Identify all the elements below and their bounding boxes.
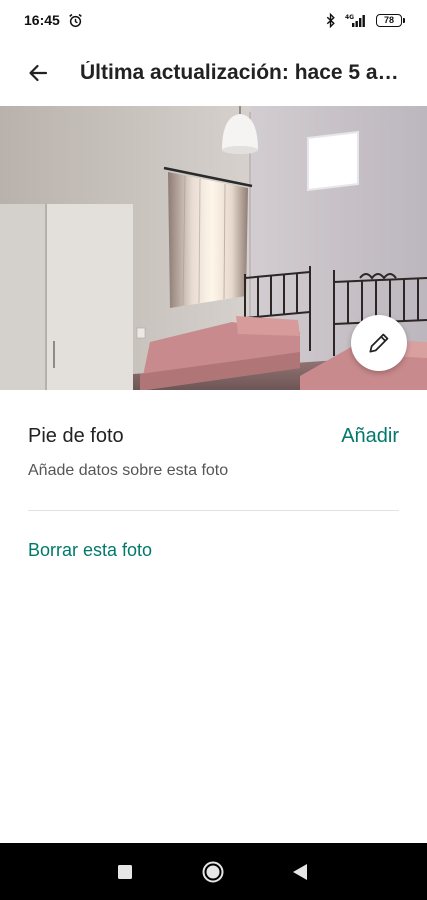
battery-level: 78 xyxy=(376,13,402,27)
back-button[interactable] xyxy=(0,40,80,106)
home-button[interactable] xyxy=(183,843,243,900)
add-caption-button[interactable]: Añadir xyxy=(341,425,399,448)
caption-title: Pie de foto xyxy=(28,425,124,447)
home-circle-icon xyxy=(202,861,224,882)
caption-row: Pie de foto Añadir xyxy=(28,425,399,448)
battery-tip xyxy=(403,17,405,23)
page-title: Última actualización: hace 5 años xyxy=(80,61,410,84)
edit-pencil-icon xyxy=(369,333,389,353)
arrow-back-icon xyxy=(29,64,48,82)
divider xyxy=(28,510,399,511)
recents-square-icon xyxy=(118,864,132,879)
top-app-bar: Última actualización: hace 5 años xyxy=(0,40,427,106)
recents-button[interactable] xyxy=(95,843,155,900)
system-nav-bar xyxy=(0,843,427,900)
status-time: 16:45 xyxy=(24,12,60,28)
network-label: 4G xyxy=(345,14,354,21)
status-right: 4G 78 xyxy=(326,12,405,28)
back-triangle-icon xyxy=(293,863,307,880)
status-bar: 16:45 4G 78 xyxy=(0,0,427,40)
battery-icon: 78 xyxy=(376,13,405,27)
alarm-icon xyxy=(69,13,82,27)
caption-hint: Añade datos sobre esta foto xyxy=(28,462,229,479)
signal-icon: 4G xyxy=(345,14,365,27)
back-nav-button[interactable] xyxy=(270,843,330,900)
status-left: 16:45 xyxy=(24,12,83,28)
delete-photo-button[interactable]: Borrar esta foto xyxy=(28,540,152,561)
bluetooth-icon xyxy=(326,12,335,28)
edit-photo-button[interactable] xyxy=(351,315,407,371)
